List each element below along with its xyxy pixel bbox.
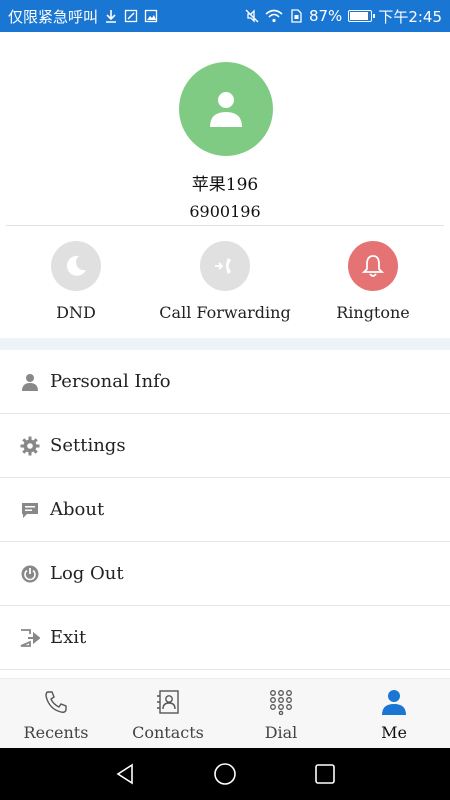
profile-number: 6900196 (189, 202, 261, 221)
profile-name: 苹果196 (191, 175, 259, 195)
call-forwarding-icon-circle (200, 241, 250, 291)
dialpad-icon (270, 690, 292, 715)
section-separator (0, 338, 450, 350)
power-icon (19, 563, 41, 585)
menu-item-log-out[interactable]: Log Out (0, 542, 450, 606)
battery-percent: 87% (308, 7, 343, 25)
tab-recents[interactable]: Recents (0, 679, 112, 749)
bottom-navigation: Recents Contacts Dial Me (0, 678, 450, 748)
menu-item-label: Log Out (50, 563, 124, 584)
bell-icon (361, 255, 385, 277)
menu-list: Personal Info Settings About Log Out Exi… (0, 350, 450, 670)
tab-me[interactable]: Me (338, 679, 450, 749)
ringtone-icon-circle (348, 241, 398, 291)
sim-icon (291, 9, 302, 23)
image-icon (144, 9, 158, 23)
menu-item-label: Settings (50, 435, 126, 456)
call-forwarding-button[interactable]: Call Forwarding (150, 226, 300, 338)
gear-icon (19, 435, 41, 457)
edit-icon (124, 9, 138, 23)
call-forward-icon (215, 258, 231, 274)
recent-apps-icon[interactable] (313, 762, 337, 786)
dnd-icon-circle (51, 241, 101, 291)
wifi-icon (265, 9, 283, 23)
menu-item-personal-info[interactable]: Personal Info (0, 350, 450, 414)
ringtone-button[interactable]: Ringtone (298, 226, 448, 338)
tab-contacts[interactable]: Contacts (112, 679, 224, 749)
avatar[interactable] (179, 62, 273, 156)
menu-item-label: About (50, 499, 105, 520)
menu-item-label: Personal Info (50, 371, 171, 392)
exit-icon (19, 627, 41, 649)
battery-icon (348, 10, 376, 22)
menu-item-settings[interactable]: Settings (0, 414, 450, 478)
mute-icon (245, 9, 259, 23)
tab-dial[interactable]: Dial (225, 679, 337, 749)
status-bar: 仅限紧急呼叫 87% 下午2:45 (0, 0, 450, 32)
carrier-text: 仅限紧急呼叫 (8, 7, 99, 26)
system-navigation-bar (0, 748, 450, 800)
ringtone-label: Ringtone (336, 303, 410, 322)
download-icon (106, 10, 117, 23)
phone-icon (45, 691, 67, 713)
menu-item-label: Exit (50, 627, 87, 648)
dnd-button[interactable]: DND (1, 226, 151, 338)
contacts-icon (157, 690, 179, 714)
tab-label: Me (381, 723, 407, 742)
moon-icon (66, 255, 86, 276)
person-icon (19, 371, 41, 393)
profile-header: 苹果196 6900196 (0, 32, 450, 226)
clock: 下午2:45 (378, 7, 442, 26)
quick-actions: DND Call Forwarding Ringtone (0, 226, 450, 338)
person-icon (210, 92, 242, 127)
person-icon (382, 690, 406, 715)
back-icon[interactable] (113, 762, 137, 786)
menu-item-exit[interactable]: Exit (0, 606, 450, 670)
call-forwarding-label: Call Forwarding (159, 303, 291, 322)
tab-label: Contacts (132, 723, 204, 742)
dnd-label: DND (56, 303, 96, 322)
menu-item-about[interactable]: About (0, 478, 450, 542)
tab-label: Recents (23, 723, 89, 742)
message-icon (19, 499, 41, 521)
tab-label: Dial (264, 723, 298, 742)
home-icon[interactable] (213, 762, 237, 786)
